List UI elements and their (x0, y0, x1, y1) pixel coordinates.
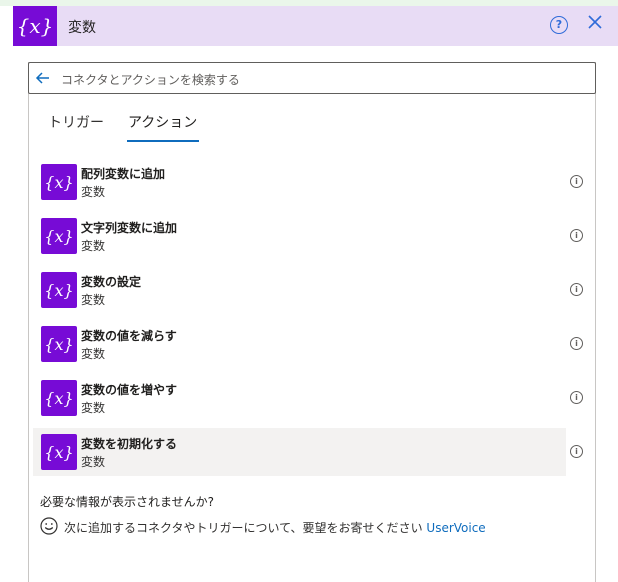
variable-icon: {x} (13, 6, 57, 46)
action-name: 配列変数に追加 (81, 167, 166, 181)
action-connector: 変数 (81, 239, 106, 253)
action-name: 文字列変数に追加 (81, 221, 178, 235)
action-connector: 変数 (81, 455, 106, 469)
action-connector: 変数 (81, 185, 106, 199)
action-connector: 変数 (81, 401, 106, 415)
tab-action[interactable]: アクション (128, 112, 197, 132)
info-icon[interactable]: i (570, 337, 583, 350)
variable-icon: {x} (41, 380, 77, 416)
variable-icon: {x} (41, 272, 77, 308)
tab-trigger[interactable]: トリガー (48, 112, 104, 132)
info-icon[interactable]: i (570, 229, 583, 242)
smile-icon (40, 517, 58, 535)
header-title: 変数 (68, 20, 96, 36)
info-icon[interactable]: i (570, 391, 583, 404)
search-input[interactable]: コネクタとアクションを検索する (28, 62, 596, 94)
action-item[interactable]: {x} 文字列変数に追加 変数 i (33, 212, 583, 260)
variable-icon: {x} (41, 164, 77, 200)
variable-icon: {x} (41, 434, 77, 470)
action-name: 変数を初期化する (81, 437, 178, 451)
action-name: 変数の設定 (81, 275, 142, 289)
variable-icon: {x} (41, 218, 77, 254)
info-icon[interactable]: i (570, 283, 583, 296)
action-name: 変数の値を増やす (81, 383, 178, 397)
feedback-line: 次に追加するコネクタやトリガーについて、要望をお寄せください UserVoice (64, 519, 486, 536)
back-arrow-icon[interactable] (35, 70, 51, 86)
uservoice-link[interactable]: UserVoice (426, 521, 485, 535)
tab-selected-indicator (127, 140, 199, 142)
action-connector: 変数 (81, 347, 106, 361)
header: {x} 変数 ? (13, 6, 618, 46)
variable-icon: {x} (41, 326, 77, 362)
action-item[interactable]: {x} 変数の値を増やす 変数 i (33, 374, 583, 422)
help-icon[interactable]: ? (550, 16, 568, 34)
action-name: 変数の値を減らす (81, 329, 177, 343)
info-icon[interactable]: i (570, 445, 583, 458)
action-connector: 変数 (81, 293, 106, 307)
missing-info-question: 必要な情報が表示されませんか? (40, 495, 215, 509)
feedback-text: 次に追加するコネクタやトリガーについて、要望をお寄せください (64, 521, 423, 535)
close-icon[interactable] (584, 11, 606, 33)
action-item[interactable]: {x} 変数の値を減らす 変数 i (33, 320, 583, 368)
info-icon[interactable]: i (570, 175, 583, 188)
action-item[interactable]: {x} 変数を初期化する 変数 i (33, 428, 583, 476)
search-placeholder: コネクタとアクションを検索する (61, 73, 240, 87)
action-item[interactable]: {x} 配列変数に追加 変数 i (33, 158, 583, 206)
action-item[interactable]: {x} 変数の設定 変数 i (33, 266, 583, 314)
